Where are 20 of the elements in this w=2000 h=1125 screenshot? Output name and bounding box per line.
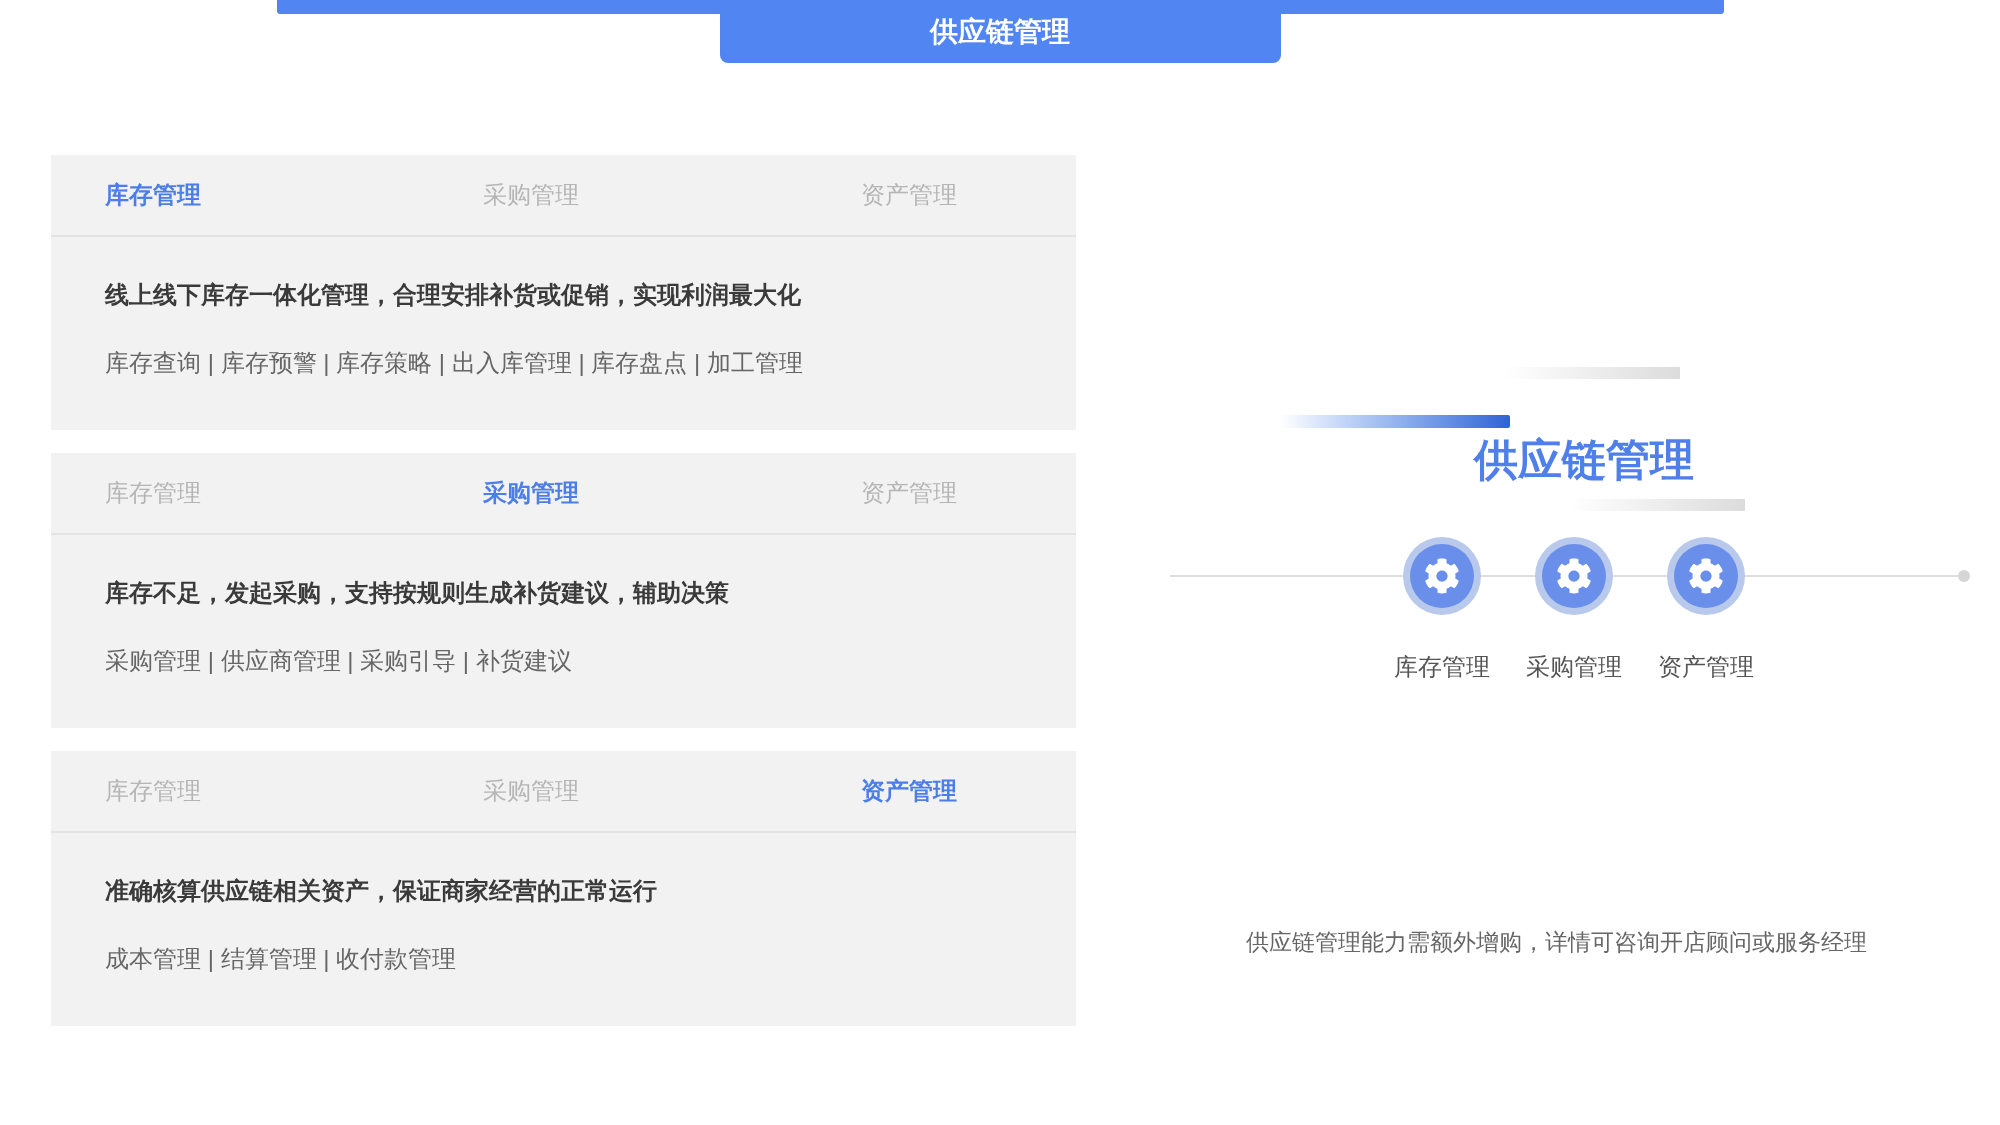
step-label: 库存管理 [1394, 652, 1490, 682]
card-tab[interactable]: 采购管理 [483, 475, 861, 511]
card-tab[interactable]: 资产管理 [861, 475, 1239, 511]
card-tab[interactable]: 采购管理 [483, 177, 861, 213]
step-label: 采购管理 [1526, 652, 1622, 682]
card-headline: 线上线下库存一体化管理，合理安排补货或促销，实现利润最大化 [105, 280, 802, 310]
card-tab[interactable]: 资产管理 [861, 773, 1239, 809]
feature-list: 采购管理 | 供应商管理 | 采购引导 | 补货建议 [105, 643, 1076, 679]
step-label: 资产管理 [1658, 652, 1754, 682]
card-tab[interactable]: 库存管理 [105, 475, 483, 511]
card-tab[interactable]: 库存管理 [105, 773, 483, 809]
card-tab[interactable]: 库存管理 [105, 177, 483, 213]
feature-list: 库存查询 | 库存预警 | 库存策略 | 出入库管理 | 库存盘点 | 加工管理 [105, 345, 1076, 381]
diagram-title: 供应链管理 [1474, 434, 1695, 486]
card-tab[interactable]: 采购管理 [483, 773, 861, 809]
card-tab[interactable]: 资产管理 [861, 177, 1239, 213]
card-headline: 库存不足，发起采购，支持按规则生成补货建议，辅助决策 [105, 578, 730, 608]
footnote: 供应链管理能力需额外增购，详情可咨询开店顾问或服务经理 [1246, 928, 1868, 957]
card-headline: 准确核算供应链相关资产，保证商家经营的正常运行 [105, 876, 658, 906]
feature-list: 成本管理 | 结算管理 | 收付款管理 [105, 941, 1076, 977]
